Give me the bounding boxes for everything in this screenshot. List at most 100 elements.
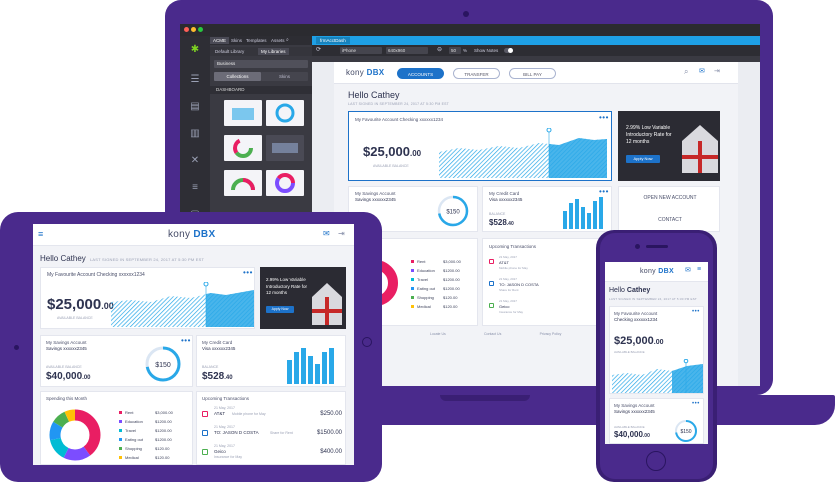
transaction-row[interactable]: 21 May, 2017 AT&T Mobile phone for May $… bbox=[202, 406, 342, 425]
segment-skins[interactable]: Skins bbox=[261, 72, 308, 81]
credit-caption: BALANCE bbox=[202, 365, 219, 369]
favourite-balance-caption: AVAILABLE BALANCE bbox=[57, 316, 93, 320]
transaction-icon bbox=[202, 411, 208, 417]
credit-caption: BALANCE bbox=[489, 212, 506, 216]
balance-trend-chart bbox=[612, 359, 703, 393]
logout-icon[interactable]: ⇥ bbox=[338, 229, 345, 238]
favourite-balance: $25,000.00 bbox=[363, 144, 422, 159]
phone-home-button[interactable] bbox=[646, 451, 666, 471]
savings-title: My Savings Account bbox=[614, 403, 655, 408]
open-account-link[interactable]: OPEN NEW ACCOUNT bbox=[619, 195, 721, 201]
transaction-row[interactable]: 21 May, 2017 Geico Insurance for May $40… bbox=[202, 444, 342, 463]
savings-card[interactable]: My Savings Account Savings xxxxxx2345 AV… bbox=[40, 335, 193, 387]
refresh-icon[interactable]: ⟳ bbox=[316, 46, 321, 53]
device-select[interactable]: iPhone bbox=[340, 47, 382, 54]
zoom-input[interactable]: 50 bbox=[449, 47, 461, 54]
nav-transfer[interactable]: TRANSFER bbox=[453, 68, 500, 79]
more-options-icon[interactable]: ••• bbox=[599, 188, 609, 196]
widget-thumbnail[interactable] bbox=[266, 135, 304, 161]
apply-now-button[interactable]: Apply Now bbox=[266, 306, 294, 313]
tab-templates[interactable]: Templates bbox=[243, 37, 270, 44]
widget-thumbnail[interactable] bbox=[224, 170, 262, 196]
nav-accounts[interactable]: ACCOUNTS bbox=[397, 68, 444, 79]
dashboard-section[interactable]: DASHBOARD bbox=[210, 86, 312, 94]
ide-titlebar bbox=[180, 24, 760, 36]
messages-icon[interactable]: ✉ bbox=[323, 229, 330, 238]
last-signed-in: LAST SIGNED IN SEPTEMBER 24, 2017 AT 5:3… bbox=[90, 257, 205, 262]
apply-now-button[interactable]: Apply Now bbox=[626, 155, 660, 163]
form-tab[interactable]: frmAcctDash bbox=[316, 37, 350, 44]
minimize-window-button[interactable] bbox=[191, 27, 196, 32]
spending-card: Spending this Month Rent $3,000.00 Educat… bbox=[40, 391, 193, 465]
forms-icon[interactable]: ☰ bbox=[188, 74, 202, 86]
favourite-account-title: My Favourite Account bbox=[614, 311, 658, 316]
list-icon[interactable]: ≡ bbox=[188, 182, 202, 194]
transaction-row[interactable]: 21 May, 2017 AT&T Mobile phone for May bbox=[489, 255, 607, 277]
menu-icon[interactable]: ≡ bbox=[697, 266, 701, 273]
tablet-home-button[interactable] bbox=[362, 337, 372, 347]
tab-assets[interactable]: Assets bbox=[268, 37, 288, 44]
credit-title: My Credit Card bbox=[202, 340, 233, 345]
promo-banner: 2.99% Low Variable Introductory Rate for 1… bbox=[618, 111, 720, 181]
widget-thumbnail[interactable] bbox=[266, 170, 304, 196]
savings-goal-ring: $150 bbox=[145, 346, 181, 382]
search-icon[interactable]: ⌕ bbox=[684, 67, 688, 77]
contact-link[interactable]: CONTACT bbox=[619, 217, 721, 223]
legend-row: Shopping $120.00 bbox=[411, 293, 475, 302]
zoom-window-button[interactable] bbox=[198, 27, 203, 32]
footer-link[interactable]: Privacy Policy bbox=[540, 332, 562, 336]
logout-icon[interactable]: ⇥ bbox=[714, 67, 720, 75]
credit-card-card[interactable]: My Credit Card Visa xxxxxx2345 BALANCE $… bbox=[196, 335, 346, 387]
library-icon[interactable]: ▤ bbox=[188, 101, 202, 113]
favourite-account-card[interactable]: My Favourite Account Checking xxxxxx1234… bbox=[40, 267, 255, 329]
transaction-icon bbox=[202, 449, 208, 455]
more-options-icon[interactable]: ••• bbox=[243, 269, 253, 277]
transaction-row[interactable]: 21 May, 2017 TO: JASON D COSTA Share for… bbox=[202, 425, 342, 444]
search-icon[interactable]: ⌕ bbox=[286, 37, 289, 43]
more-options-icon[interactable]: ••• bbox=[692, 309, 700, 315]
savings-account: Savings xxxxxx2345 bbox=[46, 346, 87, 351]
widget-thumbnail[interactable] bbox=[224, 135, 262, 161]
tab-default-library[interactable]: Default Library bbox=[212, 48, 247, 55]
favourite-account-title: My Favourite Account Checking xxxxxx1234 bbox=[355, 117, 444, 122]
show-notes-toggle[interactable] bbox=[504, 48, 513, 53]
book-icon[interactable]: ▥ bbox=[188, 128, 202, 140]
credit-card-card[interactable]: My Credit Card Visa xxxxxx2345 BALANCE $… bbox=[482, 186, 612, 232]
tab-my-libraries[interactable]: My Libraries bbox=[258, 48, 289, 55]
segment-collections[interactable]: Collections bbox=[214, 72, 261, 81]
tablet-screen: ≡ kony DBX ✉ ⇥ Hello Cathey LAST SIGNED … bbox=[33, 224, 354, 465]
phone-speaker bbox=[646, 245, 668, 248]
tools-icon[interactable]: ✕ bbox=[188, 155, 202, 167]
transaction-row[interactable]: 21 May, 2017 Geico Insurance for May bbox=[489, 299, 607, 321]
open-account-card[interactable]: OPEN NEW ACCOUNT CONTACT bbox=[618, 186, 720, 232]
library-select[interactable]: Business bbox=[214, 60, 308, 68]
tab-acme[interactable]: ACME bbox=[210, 37, 230, 44]
menu-icon[interactable]: ≡ bbox=[38, 229, 43, 239]
resolution-select[interactable]: 640x960 bbox=[386, 47, 428, 54]
legend-row: Travel $1200.00 bbox=[411, 275, 475, 284]
legend-row: Education $1200.00 bbox=[411, 266, 475, 275]
legend-row: Medical $120.00 bbox=[411, 302, 475, 311]
favourite-account-card[interactable]: My Favourite Account Checking xxxxxx1234… bbox=[348, 111, 612, 181]
savings-ring-label: $150 bbox=[155, 362, 171, 369]
favourite-account-card[interactable]: My Favourite Account Checking xxxxxx1234… bbox=[609, 306, 704, 394]
nav-bill-pay[interactable]: BILL PAY bbox=[509, 68, 556, 79]
upcoming-list: 21 May, 2017 AT&T Mobile phone for May 2… bbox=[489, 255, 607, 321]
zoom-out-icon[interactable]: ⊖ bbox=[437, 46, 442, 53]
footer-link[interactable]: Locate Us bbox=[430, 332, 446, 336]
project-tabs: ACME Skins Templates Assets ⌕ bbox=[210, 36, 312, 45]
credit-bars bbox=[563, 197, 603, 229]
messages-icon[interactable]: ✉ bbox=[685, 266, 691, 274]
more-options-icon[interactable]: ••• bbox=[692, 401, 700, 407]
favourite-balance: $25,000.00 bbox=[47, 296, 114, 313]
widget-thumbnail[interactable] bbox=[266, 100, 304, 126]
widget-thumbnail[interactable] bbox=[224, 100, 262, 126]
close-window-button[interactable] bbox=[184, 27, 189, 32]
transaction-row[interactable]: 21 May, 2017 TO: JASON D COSTA Share for… bbox=[489, 277, 607, 299]
messages-icon[interactable]: ✉ bbox=[699, 67, 705, 75]
more-options-icon[interactable]: ••• bbox=[599, 114, 609, 122]
footer-link[interactable]: Contact Us bbox=[484, 332, 501, 336]
savings-card[interactable]: My Savings Account Savings xxxxxx2345 ••… bbox=[609, 398, 704, 444]
last-signed-in: LAST SIGNED IN SEPTEMBER 24, 2017 AT 5:3… bbox=[348, 102, 450, 106]
savings-title: My Savings Account bbox=[46, 340, 87, 345]
